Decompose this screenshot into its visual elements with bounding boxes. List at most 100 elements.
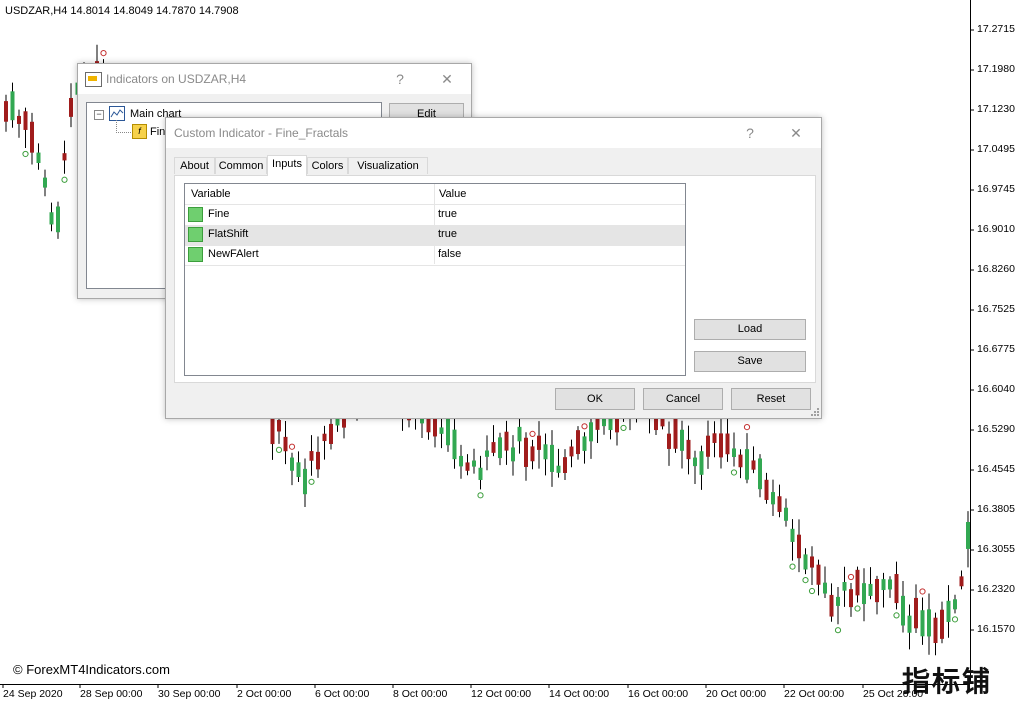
candle-body bbox=[498, 437, 502, 459]
tab-visualization[interactable]: Visualization bbox=[348, 157, 428, 174]
fractal-down-marker bbox=[802, 577, 809, 584]
tree-connector bbox=[116, 120, 131, 133]
candle-body bbox=[290, 457, 294, 471]
param-value[interactable]: false bbox=[438, 248, 461, 260]
candle-body bbox=[797, 534, 801, 559]
fractal-up-marker bbox=[743, 423, 751, 431]
candle-body bbox=[459, 455, 463, 467]
help-icon[interactable]: ? bbox=[386, 69, 414, 89]
inputs-grid[interactable]: Variable Value Fine true FlatShift true … bbox=[184, 183, 686, 376]
indicators-window-title: Indicators on USDZAR,H4 bbox=[106, 72, 247, 86]
candle-body bbox=[69, 97, 73, 117]
candle-body bbox=[953, 599, 957, 610]
watermark: © ForexMT4Indicators.com bbox=[13, 662, 170, 677]
candle-body bbox=[725, 433, 730, 455]
param-name: FlatShift bbox=[208, 228, 249, 240]
price-tick-label: 16.1570 bbox=[977, 623, 1015, 635]
fractal-up-marker bbox=[581, 423, 588, 430]
candle-body bbox=[758, 458, 762, 490]
header-variable[interactable]: Variable bbox=[191, 188, 231, 200]
candle-body bbox=[836, 596, 840, 606]
candle-body bbox=[4, 101, 8, 122]
candle-body bbox=[56, 206, 60, 233]
price-tick-label: 17.0495 bbox=[977, 143, 1015, 155]
candle-body bbox=[940, 609, 944, 639]
candle-body bbox=[712, 433, 717, 443]
candle-body bbox=[511, 447, 515, 462]
custom-indicator-window[interactable]: Custom Indicator - Fine_Fractals ? ✕ Abo… bbox=[165, 117, 822, 419]
candle-body bbox=[316, 451, 320, 470]
price-tick-label: 16.3805 bbox=[977, 503, 1015, 515]
candle-body bbox=[530, 446, 535, 462]
tab-about[interactable]: About bbox=[174, 157, 215, 174]
candle-body bbox=[810, 556, 814, 568]
candle-body bbox=[686, 439, 691, 460]
fractal-up-marker bbox=[847, 573, 855, 581]
candle-body bbox=[569, 446, 574, 457]
candle-body bbox=[842, 582, 847, 591]
indicators-window-titlebar[interactable]: Indicators on USDZAR,H4 ? ✕ bbox=[78, 64, 471, 94]
cancel-button[interactable]: Cancel bbox=[643, 388, 723, 410]
indicator-icon: f bbox=[132, 124, 147, 139]
candle-body bbox=[62, 153, 67, 161]
candle-body bbox=[914, 597, 918, 629]
candle-body bbox=[30, 121, 34, 153]
param-value[interactable]: true bbox=[438, 228, 457, 240]
table-row[interactable]: FlatShift true bbox=[185, 225, 685, 246]
candle-body bbox=[680, 429, 684, 451]
tree-child-label[interactable]: Fin bbox=[150, 126, 165, 138]
candle-body bbox=[764, 479, 769, 500]
candle-body bbox=[478, 467, 483, 480]
ok-button[interactable]: OK bbox=[555, 388, 635, 410]
parameter-icon bbox=[188, 207, 203, 222]
fractal-up-marker bbox=[919, 588, 926, 595]
parameter-icon bbox=[188, 227, 203, 242]
candle-body bbox=[933, 617, 938, 644]
candle-body bbox=[550, 444, 554, 472]
inputs-panel: Variable Value Fine true FlatShift true … bbox=[174, 175, 816, 383]
candle-body bbox=[959, 576, 964, 587]
candle-body bbox=[465, 462, 470, 471]
close-icon[interactable]: ✕ bbox=[433, 69, 461, 89]
fractal-down-marker bbox=[477, 492, 484, 499]
grid-header: Variable Value bbox=[185, 184, 685, 205]
tab-inputs[interactable]: Inputs bbox=[267, 155, 307, 176]
candle-body bbox=[751, 460, 756, 470]
resize-grip-icon[interactable] bbox=[811, 408, 819, 416]
candle-body bbox=[17, 115, 21, 124]
candle-body bbox=[563, 457, 567, 473]
candle-body bbox=[732, 448, 736, 458]
candle-body bbox=[23, 111, 28, 130]
candle-body bbox=[946, 600, 951, 622]
help-icon[interactable]: ? bbox=[736, 123, 764, 143]
price-tick-label: 17.2715 bbox=[977, 23, 1015, 35]
reset-button[interactable]: Reset bbox=[731, 388, 811, 410]
time-tick-label: 16 Oct 00:00 bbox=[628, 688, 689, 700]
candle-body bbox=[49, 212, 54, 225]
candle-body bbox=[472, 460, 476, 467]
tab-common[interactable]: Common bbox=[215, 157, 267, 174]
save-button[interactable]: Save bbox=[694, 351, 806, 372]
custom-indicator-titlebar[interactable]: Custom Indicator - Fine_Fractals ? ✕ bbox=[166, 118, 821, 148]
price-tick-label: 17.1230 bbox=[977, 103, 1015, 115]
load-button[interactable]: Load bbox=[694, 319, 806, 340]
param-name: NewFAlert bbox=[208, 248, 259, 260]
price-tick-label: 17.1980 bbox=[977, 63, 1015, 75]
table-row[interactable]: NewFAlert false bbox=[185, 245, 685, 266]
candle-body bbox=[881, 579, 886, 591]
tab-colors[interactable]: Colors bbox=[307, 157, 348, 174]
close-icon[interactable]: ✕ bbox=[782, 123, 810, 143]
price-tick-label: 16.6040 bbox=[977, 383, 1015, 395]
fractal-down-marker bbox=[854, 605, 861, 612]
header-value[interactable]: Value bbox=[439, 188, 466, 200]
candle-body bbox=[303, 468, 307, 495]
candle-body bbox=[576, 430, 580, 455]
collapse-icon[interactable]: − bbox=[94, 110, 104, 120]
candle-body bbox=[329, 423, 333, 444]
table-row[interactable]: Fine true bbox=[185, 205, 685, 226]
column-divider[interactable] bbox=[434, 184, 435, 264]
param-value[interactable]: true bbox=[438, 208, 457, 220]
custom-indicator-title: Custom Indicator - Fine_Fractals bbox=[174, 126, 349, 140]
time-tick-label: 24 Sep 2020 bbox=[3, 688, 63, 700]
candle-body bbox=[667, 433, 671, 449]
